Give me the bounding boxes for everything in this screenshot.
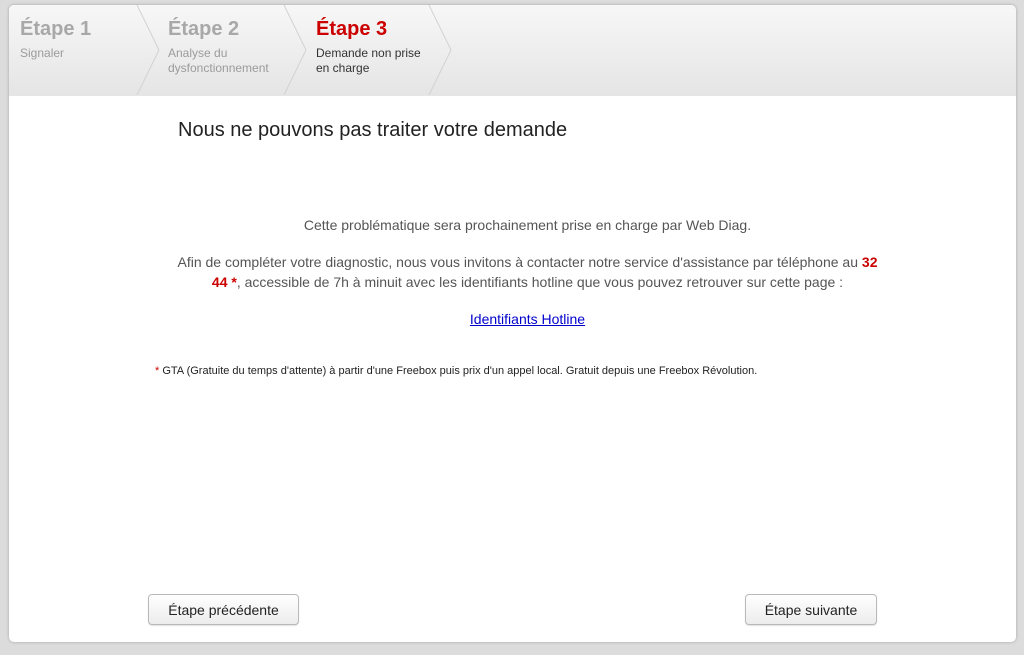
info-message: Cette problématique sera prochainement p… <box>149 215 906 235</box>
contact-message: Afin de compléter votre diagnostic, nous… <box>149 252 906 292</box>
info-message-text: Cette problématique sera prochainement p… <box>303 217 752 233</box>
phone-number-part2: 44 * <box>211 274 237 290</box>
step-separator-3 <box>428 5 452 95</box>
step-separator-1 <box>136 5 160 95</box>
phone-number-part1: 32 <box>861 254 878 270</box>
step-separators <box>136 5 452 95</box>
step-3-title: Étape 3 <box>316 18 388 40</box>
footnote-text: GTA (Gratuite du temps d'attente) à part… <box>159 365 758 377</box>
step-1-title: Étape 1 <box>20 18 92 40</box>
contact-message-text: Afin de compléter votre diagnostic, nous… <box>177 254 862 270</box>
contact-message-text-end: , accessible de 7h à minuit avec les ide… <box>236 274 844 290</box>
next-step-button[interactable]: Étape suivante <box>745 594 877 625</box>
previous-step-button[interactable]: Étape précédente <box>148 594 299 625</box>
step-2-title: Étape 2 <box>168 18 240 40</box>
step-progress-bar: Étape 1 Signaler Étape 2 Analyse du dysf… <box>9 5 1016 96</box>
hotline-credentials-link[interactable]: Identifiants Hotline <box>470 311 585 327</box>
step-2-subtitle: Analyse du dysfonctionnement <box>168 46 269 75</box>
step-2: Étape 2 Analyse du dysfonctionnement <box>168 17 269 76</box>
step-1: Étape 1 Signaler <box>20 17 91 61</box>
step-separator-2 <box>283 5 307 95</box>
hotline-link-row: Identifiants Hotline <box>149 309 906 329</box>
page-title: Nous ne pouvons pas traiter votre demand… <box>178 119 568 141</box>
wizard-panel: Étape 1 Signaler Étape 2 Analyse du dysf… <box>9 5 1016 642</box>
step-1-subtitle: Signaler <box>20 46 65 60</box>
step-3-subtitle: Demande non prise en charge <box>316 46 421 75</box>
step-3: Étape 3 Demande non prise en charge <box>316 17 421 76</box>
footnote: * GTA (Gratuite du temps d'attente) à pa… <box>155 365 757 377</box>
